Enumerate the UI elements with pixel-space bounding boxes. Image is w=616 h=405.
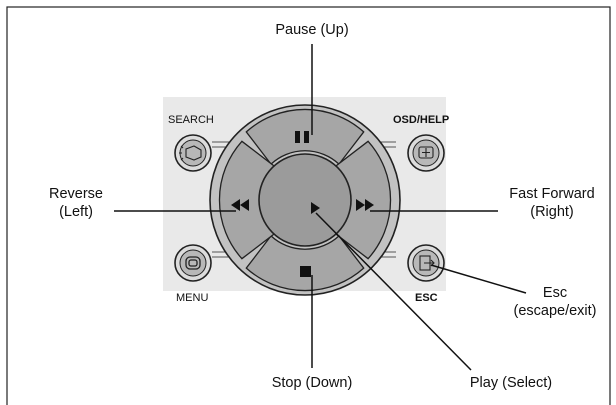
esc-label: ESC — [415, 292, 438, 304]
osd-help-button[interactable] — [407, 134, 445, 172]
stop-label: Stop (Down) — [272, 375, 353, 391]
esc-text-line2: (escape/exit) — [513, 303, 596, 319]
stop-icon — [300, 266, 311, 277]
reverse-label-line1: Reverse — [49, 186, 103, 202]
play-button[interactable] — [258, 153, 352, 247]
esc-text-line1: Esc — [543, 285, 567, 301]
pause-label: Pause (Up) — [275, 22, 348, 38]
search-button[interactable] — [174, 134, 212, 172]
menu-button[interactable] — [174, 244, 212, 282]
fast-forward-label-line1: Fast Forward — [509, 186, 594, 202]
esc-button[interactable] — [407, 244, 445, 282]
play-label: Play (Select) — [470, 375, 552, 391]
osd-help-label: OSD/HELP — [393, 114, 449, 126]
diagram-canvas: SEARCH OSD/HELP MENU ESC Pause (Up) Reve… — [6, 6, 611, 405]
reverse-label-line2: (Left) — [59, 204, 93, 220]
search-label: SEARCH — [168, 114, 214, 126]
fast-forward-label-line2: (Right) — [530, 204, 574, 220]
remote-control-diagram: SEARCH OSD/HELP MENU ESC Pause (Up) Reve… — [0, 0, 616, 405]
menu-label: MENU — [176, 292, 208, 304]
